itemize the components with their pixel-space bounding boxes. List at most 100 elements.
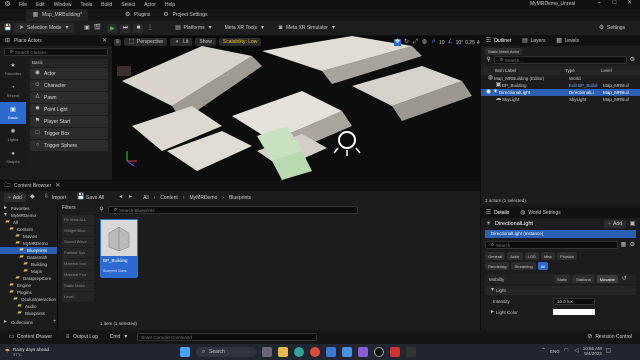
instance-row[interactable]: DirectionalLight (Instance) — [485, 230, 636, 238]
level-viewport[interactable]: ≡ ⬚ Perspective ◐ Lit Show Scalability: … — [112, 36, 480, 180]
plus-icon[interactable]: + — [51, 319, 58, 326]
app-icon[interactable] — [358, 347, 368, 357]
tab-world-settings[interactable]: ◍ World Settings — [519, 210, 561, 217]
clock[interactable]: 10:55 AM 9/4/2023 — [583, 346, 602, 356]
step-button[interactable]: ⏭ — [120, 23, 131, 33]
menu-build[interactable]: Build — [101, 2, 112, 8]
filter-item[interactable]: Level — [62, 292, 94, 302]
chip-actor[interactable]: Actor — [507, 252, 523, 260]
scale-snap-value[interactable]: 0.25 — [465, 40, 475, 46]
menu-select[interactable]: Select — [121, 2, 135, 8]
cinematics-icon[interactable]: 🎬 — [93, 25, 100, 32]
outliner-row[interactable]: ☁ SkyLight SkyLight Map_MRBuil — [481, 96, 640, 103]
chip-lod[interactable]: LOD — [524, 252, 539, 260]
actor-item[interactable]: ◉ Actor — [30, 68, 108, 79]
tab-levels[interactable]: ▦ Levels — [556, 38, 579, 45]
meta-xr-simulator-button[interactable]: ◙ Meta XR Simulator ▾ — [273, 23, 341, 33]
chip-rendering[interactable]: Rendering — [485, 262, 510, 270]
angle-snap-value[interactable]: 10° — [456, 40, 464, 46]
volume-icon[interactable]: ◁ — [573, 348, 580, 355]
weather-widget[interactable]: Rainy days ahead 37°C — [13, 347, 49, 357]
menu-tools[interactable]: Tools — [80, 2, 92, 8]
tree-item[interactable]: ▰ Blueprints — [0, 310, 57, 317]
outliner-row[interactable]: ◍ Map_MRBuilding (Editor) World — [481, 75, 640, 82]
filter-item[interactable]: Widget Blue — [62, 226, 94, 236]
chip-general[interactable]: General — [485, 252, 506, 260]
world-icon[interactable]: ◍ — [421, 39, 428, 46]
platforms-button[interactable]: ▤ Platforms ▾ — [170, 23, 217, 33]
actor-item[interactable]: ☺ Character — [30, 80, 108, 91]
actor-item[interactable]: ○ Trigger Sphere — [30, 140, 108, 151]
details-search[interactable]: ⌕ Search — [485, 241, 618, 249]
intensity-field[interactable]: 10.0 lux — [553, 297, 595, 305]
more-options-icon[interactable]: ⋮ — [146, 25, 153, 32]
edge-icon[interactable] — [294, 347, 304, 357]
language-indicator[interactable]: ENG — [550, 349, 560, 354]
close-icon[interactable]: ✕ — [626, 0, 633, 7]
breadcrumb-blueprints[interactable]: Blueprints — [229, 195, 251, 201]
rail-shapes[interactable]: ● Shapes — [0, 146, 26, 168]
reset-icon[interactable]: ↺ — [621, 276, 628, 283]
light-section-header[interactable]: ▾ Light — [485, 286, 636, 295]
blueprint-icon[interactable]: ▣ — [83, 25, 90, 32]
fab-icon[interactable]: ◆ — [29, 194, 36, 201]
rotate-icon[interactable]: ↻ — [403, 39, 410, 46]
tree-item[interactable]: ▰ Audio — [0, 303, 57, 310]
gear-icon[interactable]: ⚙ — [629, 57, 636, 64]
weather-icon[interactable]: ☂ — [4, 349, 11, 356]
chrome-icon[interactable] — [310, 347, 320, 357]
breadcrumb-mymrdemo[interactable]: MyMRDemo — [190, 195, 218, 201]
tab-level[interactable]: ▦ Map_MRBuilding* — [26, 9, 89, 21]
asset-tile[interactable]: BP_Building Blueprint Class — [100, 219, 138, 278]
tab-layers[interactable]: ▤ Layers — [522, 38, 545, 45]
filter-icon[interactable]: ⚲ — [485, 57, 492, 64]
settings-button[interactable]: ⚙ Settings — [594, 23, 629, 33]
perspective-button[interactable]: ⬚ Perspective — [124, 38, 168, 46]
asset-search[interactable]: ⌕ Search Blueprints — [108, 206, 358, 214]
close-icon[interactable]: ✕ — [54, 183, 61, 190]
chip-physics[interactable]: Physics — [557, 252, 577, 260]
windows-start-icon[interactable] — [180, 347, 190, 357]
rail-favorites[interactable]: ★ Favorites — [0, 58, 26, 80]
actor-item[interactable]: ✹ Point Light — [30, 104, 108, 115]
filter-item[interactable]: Sound Wave — [62, 237, 94, 247]
add-button[interactable]: + Add — [4, 193, 26, 202]
revision-control-button[interactable]: ⊘ Revision Control — [582, 333, 636, 342]
blueprint-icon[interactable]: ▣ — [629, 221, 636, 228]
filter-item[interactable]: Material Inst — [62, 259, 94, 269]
show-button[interactable]: Show — [195, 38, 216, 46]
chip-streaming[interactable]: Streaming — [511, 262, 536, 270]
grid-snap-icon[interactable]: # — [430, 39, 437, 46]
scale-icon[interactable]: ⤢ — [412, 39, 419, 46]
tab-details[interactable]: ☰ Details — [485, 210, 510, 217]
app-icon[interactable] — [390, 347, 400, 357]
filter-item[interactable]: Fb View ALL — [62, 215, 94, 225]
selection-mode-button[interactable]: ➤ Selection Mode ▾ — [14, 23, 75, 33]
place-actors-search[interactable]: ⌕ Search Classes — [4, 48, 108, 56]
actor-item[interactable]: ♙ Pawn — [30, 92, 108, 103]
notification-icon[interactable]: ▢ — [605, 348, 612, 355]
wifi-icon[interactable]: ◠ — [563, 348, 570, 355]
translate-icon[interactable]: ✥ — [394, 39, 401, 46]
maximize-icon[interactable]: □ — [611, 0, 618, 7]
tree-item[interactable]: ▰ OculusInteraction — [0, 296, 57, 303]
tab-outliner[interactable]: ☰ Outliner — [485, 38, 512, 45]
tree-item[interactable]: ▰ Content — [0, 226, 57, 233]
taskbar-search[interactable]: ⌕ Search — [196, 347, 256, 357]
tree-item[interactable]: ▰ Building — [0, 261, 57, 268]
menu-help[interactable]: Help — [165, 2, 175, 8]
chip-misc[interactable]: Misc — [540, 252, 556, 260]
output-log-button[interactable]: ≡ Output Log — [60, 333, 102, 342]
history-forward-icon[interactable]: ▸ — [127, 194, 134, 201]
import-button[interactable]: ⇩ Import — [39, 193, 70, 202]
grid-view-icon[interactable]: ▦ — [620, 242, 627, 249]
mobility-static[interactable]: Static — [554, 275, 571, 283]
chevron-up-icon[interactable]: ⌃ — [540, 348, 547, 355]
angle-snap-icon[interactable]: ∠ — [447, 39, 454, 46]
terminal-icon[interactable] — [406, 347, 416, 357]
save-all-button[interactable]: 💾 Save All — [73, 193, 108, 202]
content-drawer-button[interactable]: ▭ Content Drawer — [4, 333, 56, 342]
tab-project-settings[interactable]: ⚙ Project Settings — [156, 9, 213, 21]
grid-snap-value[interactable]: 10 — [439, 40, 445, 46]
history-back-icon[interactable]: ◂ — [117, 194, 124, 201]
